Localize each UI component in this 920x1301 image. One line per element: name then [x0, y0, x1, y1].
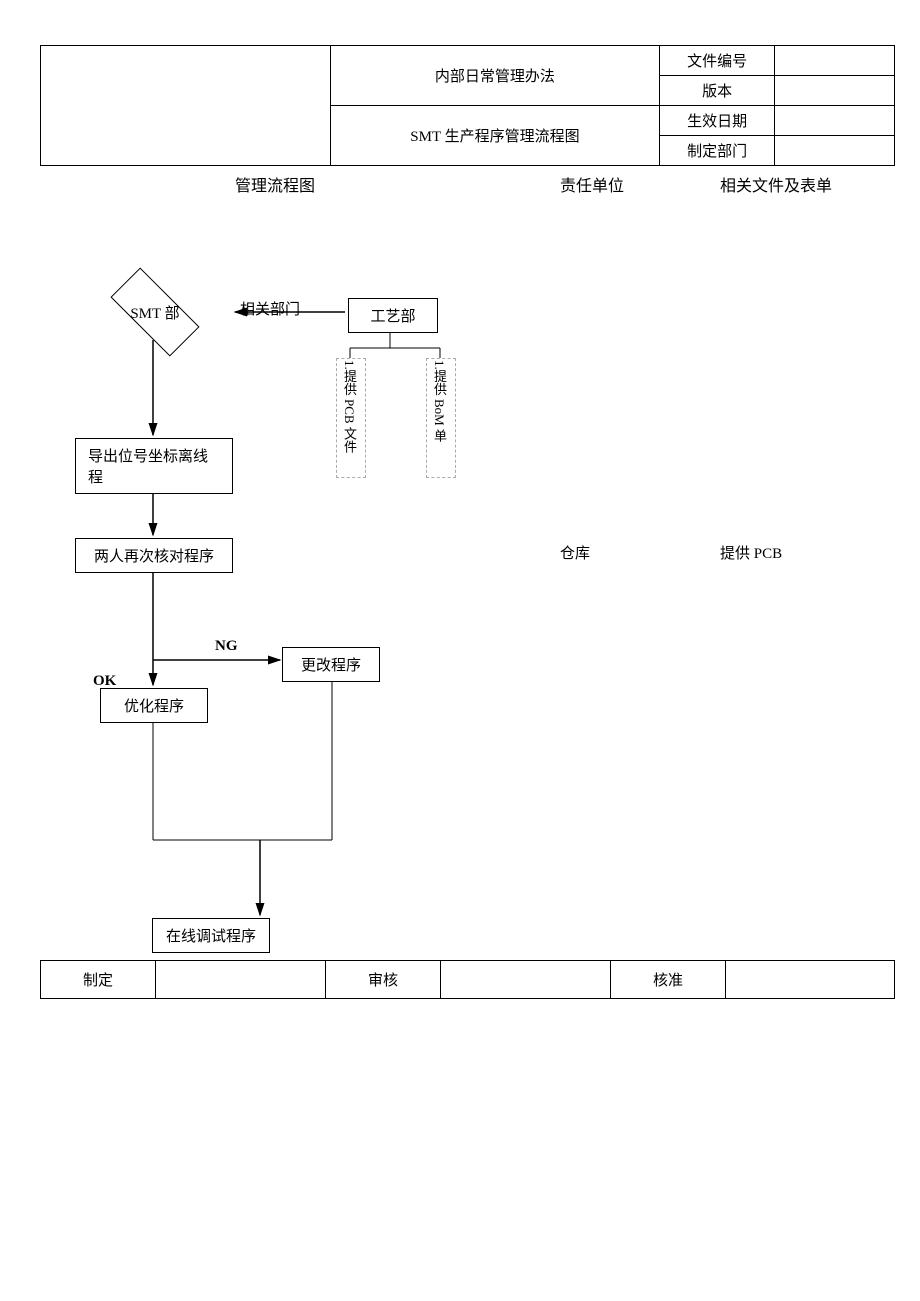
- doc-no-label: 文件编号: [660, 46, 775, 76]
- ng-label: NG: [215, 638, 238, 655]
- tech-dept-box: 工艺部: [348, 298, 438, 333]
- version-value: [775, 76, 895, 106]
- online-debug-box: 在线调试程序: [152, 918, 270, 953]
- doc-subtitle: SMT 生产程序管理流程图: [330, 106, 660, 166]
- col-docs: 相关文件及表单: [720, 172, 832, 196]
- provide-pcb-file-label: 1.提供 PCB 文件: [340, 360, 359, 453]
- flow-arrows: [40, 280, 895, 980]
- eff-date-value: [775, 106, 895, 136]
- footer-table: 制定 审核 核准: [40, 960, 895, 999]
- smt-dept-text: SMT 部: [95, 282, 215, 342]
- doc-title: 内部日常管理办法: [330, 46, 660, 106]
- dept-label: 制定部门: [660, 136, 775, 166]
- approve-value: [726, 961, 895, 999]
- version-label: 版本: [660, 76, 775, 106]
- provide-pcb-label: 提供 PCB: [720, 542, 782, 563]
- optimize-box: 优化程序: [100, 688, 208, 723]
- flowchart-area: SMT 部 相关部门 工艺部 1.提供 PCB 文件 1.提供 BoM 单 导出…: [40, 280, 895, 980]
- dept-value: [775, 136, 895, 166]
- related-dept-label: 相关部门: [240, 298, 300, 319]
- col-flow: 管理流程图: [235, 172, 315, 196]
- smt-dept-decision: SMT 部: [95, 282, 215, 342]
- col-resp: 责任单位: [560, 172, 624, 196]
- review-label: 审核: [326, 961, 441, 999]
- create-value: [156, 961, 326, 999]
- recheck-box: 两人再次核对程序: [75, 538, 233, 573]
- approve-label: 核准: [611, 961, 726, 999]
- create-label: 制定: [41, 961, 156, 999]
- warehouse-label: 仓库: [560, 542, 590, 563]
- change-prog-box: 更改程序: [282, 647, 380, 682]
- provide-bom-label: 1.提供 BoM 单: [430, 360, 449, 442]
- eff-date-label: 生效日期: [660, 106, 775, 136]
- header-table: 内部日常管理办法 文件编号 版本 SMT 生产程序管理流程图 生效日期 制定部门: [40, 45, 895, 166]
- review-value: [441, 961, 611, 999]
- export-coords-box: 导出位号坐标离线程: [75, 438, 233, 494]
- doc-no-value: [775, 46, 895, 76]
